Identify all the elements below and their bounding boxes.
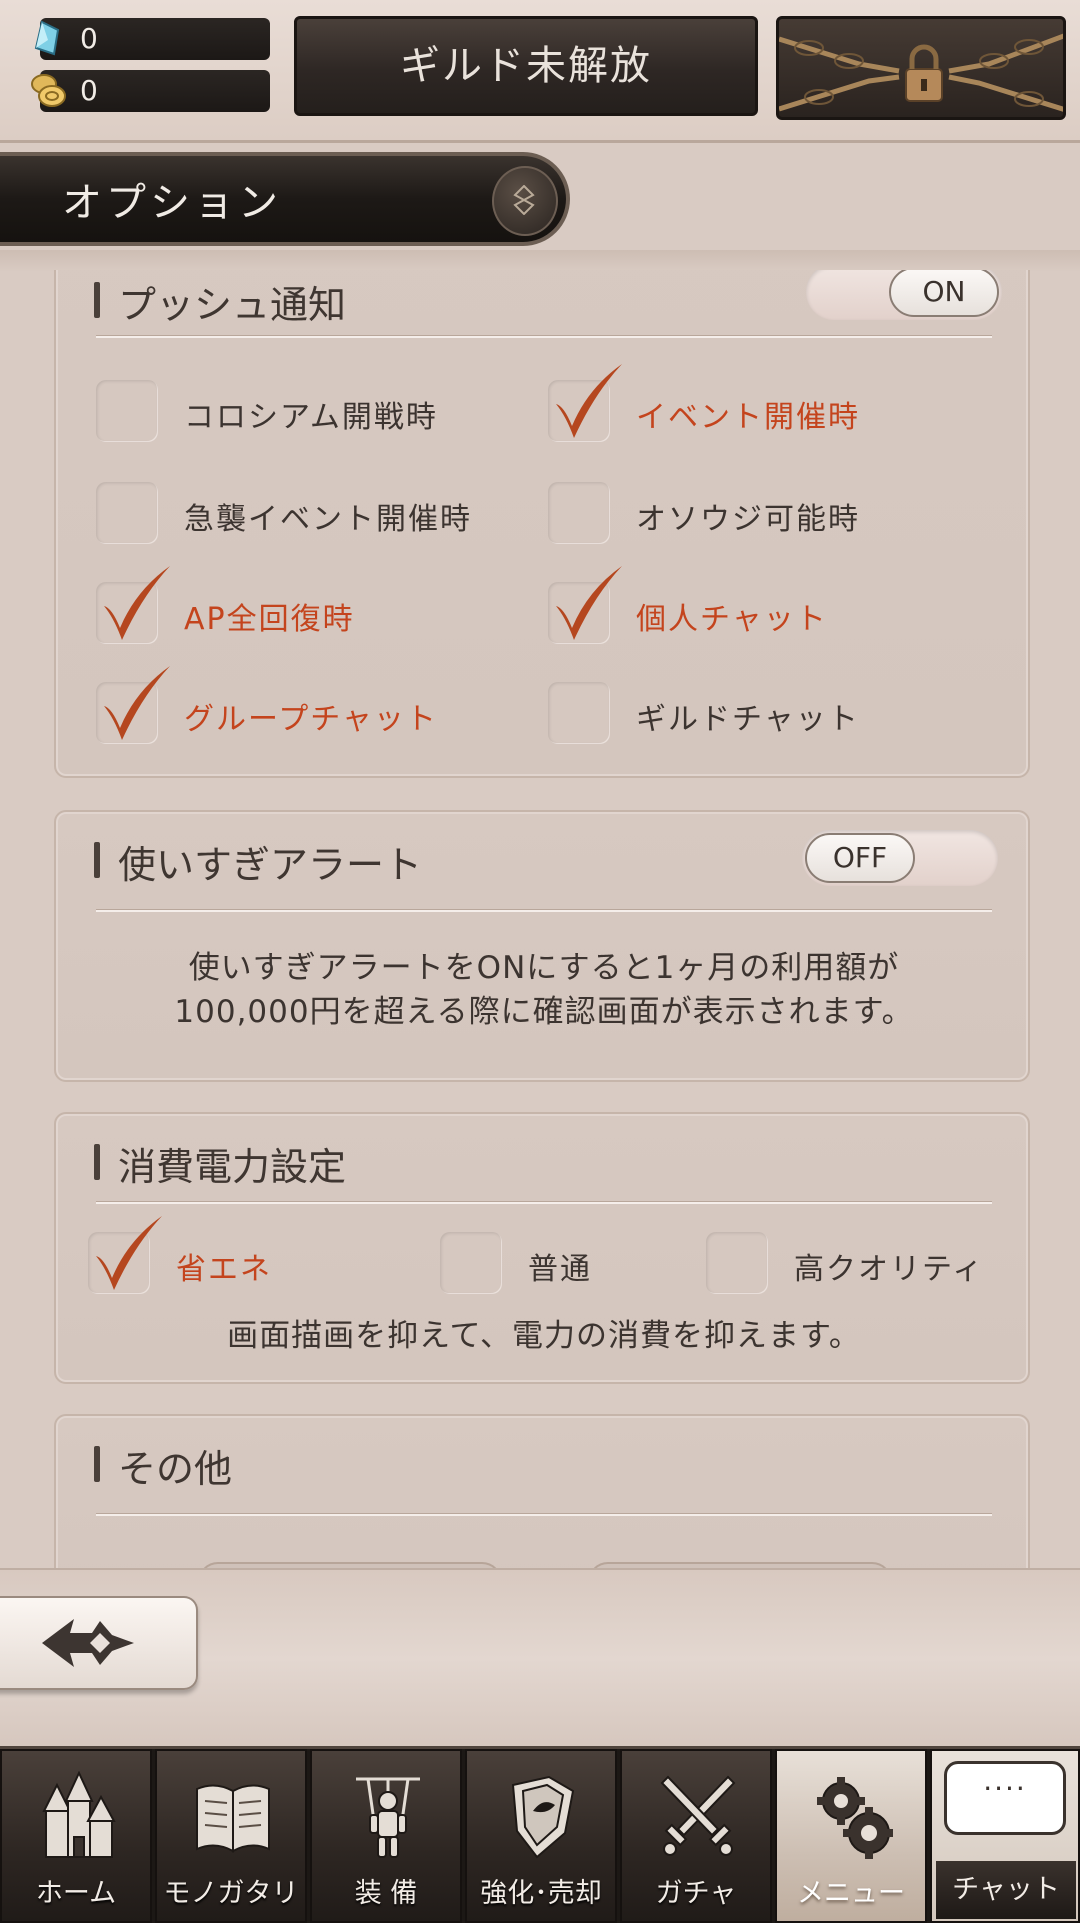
nav-gacha[interactable]: ガチャ <box>620 1749 772 1923</box>
checkbox[interactable] <box>96 380 158 442</box>
coin-counter: 0 <box>31 70 270 112</box>
toggle-knob: OFF <box>805 833 915 883</box>
nav-label: ホーム <box>35 1878 117 1909</box>
checkbox[interactable] <box>96 666 170 744</box>
checkbox[interactable] <box>548 682 610 744</box>
checkmark-icon <box>556 364 622 438</box>
checkbox[interactable] <box>96 482 158 544</box>
option-label: 普通 <box>528 1252 592 1287</box>
checkbox[interactable] <box>548 482 610 544</box>
nav-home[interactable]: ホーム <box>0 1749 152 1923</box>
checkbox[interactable] <box>548 566 622 644</box>
other-panel: その他 <box>54 1414 1030 1570</box>
option-label: 省エネ <box>176 1252 272 1287</box>
overuse-alert-toggle[interactable]: OFF <box>802 830 998 886</box>
option-label: オソウジ可能時 <box>636 502 860 537</box>
option-label: 急襲イベント開催時 <box>184 502 472 537</box>
power-settings-note: 画面描画を抑えて、電力の消費を抑えます。 <box>227 1318 861 1354</box>
nav-enhance-sell[interactable]: 強化･売却 <box>465 1749 617 1923</box>
option-label: AP全回復時 <box>184 602 355 637</box>
bottom-navigation: ホーム モノガタリ 装 備 強化･売却 ガチャ メニュー ···· チャット <box>0 1746 1080 1923</box>
gem-counter: 0 <box>34 18 270 60</box>
other-title: その他 <box>94 1438 232 1493</box>
push-notification-toggle[interactable]: ON <box>806 270 1002 320</box>
power-settings-panel: 消費電力設定 省エネ 普通 高クオリティ 画面描画を抑えて、電力の消費を抑えます… <box>54 1112 1030 1384</box>
shield-icon <box>511 1775 575 1859</box>
checkmark-icon <box>104 566 170 640</box>
diamond-ornament-icon <box>513 185 535 215</box>
overuse-alert-note-line2: 100,000円を超える際に確認画面が表示されます。 <box>174 994 914 1030</box>
nav-label: チャット <box>936 1861 1076 1919</box>
divider <box>96 336 992 338</box>
nav-label: メニュー <box>797 1878 905 1909</box>
back-button[interactable] <box>0 1596 198 1690</box>
gem-count: 0 <box>80 22 98 55</box>
checkbox[interactable] <box>96 566 170 644</box>
option-label: 高クオリティ <box>794 1252 985 1287</box>
option-label: ギルドチャット <box>636 702 860 737</box>
divider <box>96 910 992 912</box>
top-status-bar: 0 0 ギルド未解放 <box>0 0 1080 143</box>
checkbox[interactable] <box>548 364 622 442</box>
checkbox[interactable] <box>706 1232 768 1294</box>
gears-icon <box>817 1777 893 1859</box>
push-notification-panel: プッシュ通知 ON コロシアム開戦時 イベント開催時 急襲イベント開催時 オソウ… <box>54 270 1030 778</box>
nav-label: 装 備 <box>354 1878 418 1909</box>
locked-feature-button[interactable] <box>776 16 1066 120</box>
nav-chat[interactable]: ···· チャット <box>930 1749 1080 1923</box>
checkmark-icon <box>96 1216 162 1290</box>
crystal-icon <box>34 20 60 56</box>
chat-bubble-icon: ···· <box>944 1761 1066 1835</box>
title-shadow <box>0 250 1080 272</box>
nav-equipment[interactable]: 装 備 <box>310 1749 462 1923</box>
chain-lock-icon <box>779 33 1063 112</box>
nav-story[interactable]: モノガタリ <box>155 1749 307 1923</box>
checkbox[interactable] <box>440 1232 502 1294</box>
page-title-bar: オプション <box>0 152 570 246</box>
power-settings-title: 消費電力設定 <box>94 1136 346 1191</box>
coin-icon <box>31 74 66 107</box>
overuse-alert-title: 使いすぎアラート <box>94 834 422 889</box>
title-ornament <box>492 166 558 236</box>
overuse-alert-panel: 使いすぎアラート OFF 使いすぎアラートをONにすると1ヶ月の利用額が 100… <box>54 810 1030 1082</box>
nav-label: モノガタリ <box>163 1878 299 1909</box>
option-label: コロシアム開戦時 <box>184 400 438 435</box>
overuse-alert-note-line1: 使いすぎアラートをONにすると1ヶ月の利用額が <box>188 950 900 986</box>
checkmark-icon <box>556 566 622 640</box>
nav-label: 強化･売却 <box>480 1878 602 1909</box>
option-label: イベント開催時 <box>636 400 860 435</box>
back-button-area <box>0 1568 1080 1748</box>
divider <box>96 1202 992 1204</box>
option-label: グループチャット <box>184 702 438 737</box>
checkmark-icon <box>104 666 170 740</box>
puppet-icon <box>356 1777 420 1858</box>
toggle-knob: ON <box>889 270 999 317</box>
checkbox[interactable] <box>88 1216 162 1294</box>
options-scroll-area[interactable]: プッシュ通知 ON コロシアム開戦時 イベント開催時 急襲イベント開催時 オソウ… <box>0 270 1080 1570</box>
divider <box>96 1514 992 1516</box>
nav-label: ガチャ <box>655 1878 737 1909</box>
coin-count: 0 <box>80 74 98 107</box>
guild-button[interactable]: ギルド未解放 <box>294 16 758 116</box>
castle-icon <box>42 1771 116 1858</box>
page-title: オプション <box>62 180 282 226</box>
option-label: 個人チャット <box>636 602 828 637</box>
book-icon <box>196 1784 270 1853</box>
back-arrow-icon <box>42 1619 134 1667</box>
nav-menu[interactable]: メニュー <box>775 1749 927 1923</box>
crossed-swords-icon <box>660 1775 736 1856</box>
push-notification-title: プッシュ通知 <box>94 274 346 329</box>
